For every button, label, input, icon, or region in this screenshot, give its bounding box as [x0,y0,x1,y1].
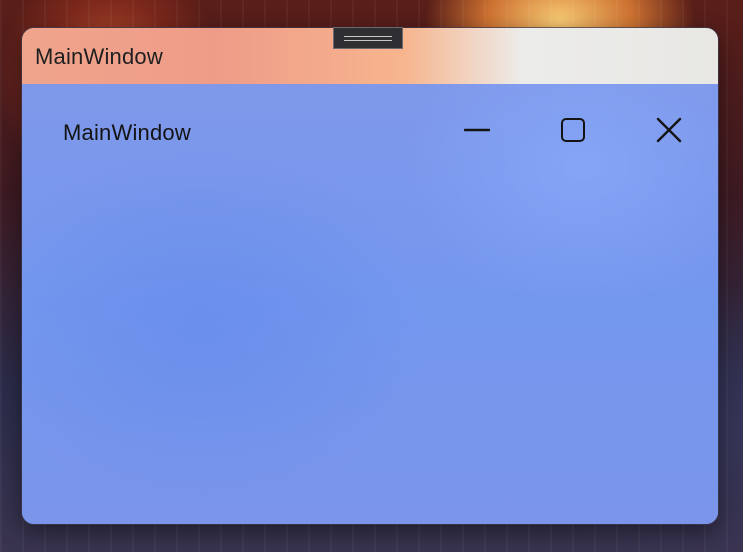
close-icon [656,117,682,143]
main-window: MainWindow MainWindow [22,28,718,524]
minimize-button[interactable] [445,104,509,156]
window-client-area: MainWindow [22,84,718,524]
maximize-icon [561,118,585,142]
drag-handle[interactable] [333,27,403,49]
window-title: MainWindow [35,44,163,69]
minimize-icon [464,128,490,132]
close-button[interactable] [637,104,701,156]
maximize-button[interactable] [541,104,605,156]
drag-handle-line [344,39,392,41]
drag-handle-line [344,35,392,37]
custom-titlebar-title: MainWindow [63,120,191,145]
